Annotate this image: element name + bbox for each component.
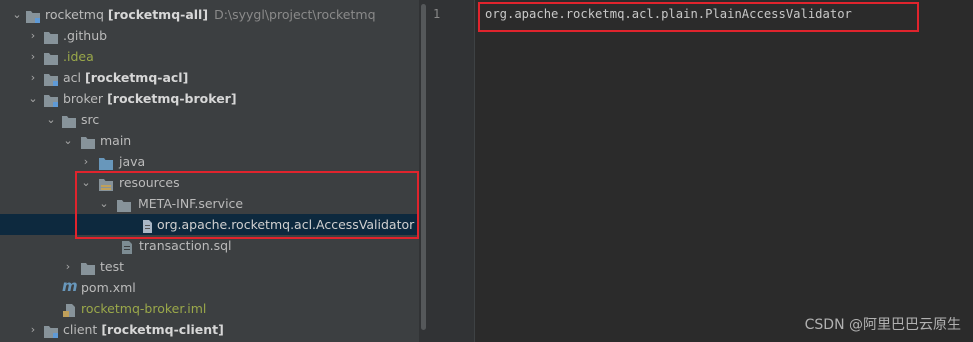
editor-panel[interactable]: 1 org.apache.rocketmq.acl.plain.PlainAcc… [427, 0, 973, 342]
tree-label-pom: pom.xml [81, 280, 136, 295]
tree-row-main[interactable]: ⌄ main [0, 130, 419, 151]
watermark-text: CSDN @阿里巴巴云原生 [804, 317, 961, 333]
module-folder-icon [44, 323, 58, 338]
project-tree-panel: ⌄ rocketmq [rocketmq-all] D:\syygl\projec… [0, 0, 427, 342]
chevron-right-icon[interactable]: › [27, 319, 39, 340]
tree-label-broker: broker [rocketmq-broker] [63, 91, 237, 106]
resource-folder-icon [99, 176, 113, 191]
tree-label-github: .github [63, 28, 108, 43]
chevron-right-icon[interactable]: › [27, 46, 39, 67]
tree-label-java: java [119, 154, 146, 169]
editor-gutter: 1 [427, 0, 474, 342]
tree-label-accessvalidator-file: org.apache.rocketmq.acl.AccessValidator [157, 217, 415, 232]
code-line-1[interactable]: org.apache.rocketmq.acl.plain.PlainAcces… [485, 7, 852, 21]
sql-file-icon [120, 239, 134, 254]
iml-file-icon [63, 302, 77, 317]
folder-icon [44, 29, 58, 44]
tree-label-idea: .idea [63, 49, 94, 64]
tree-row-src[interactable]: ⌄ src [0, 109, 419, 130]
tree-row-pom[interactable]: m pom.xml [0, 277, 419, 298]
tree-row-acl[interactable]: › acl [rocketmq-acl] [0, 67, 419, 88]
tree-row-iml[interactable]: rocketmq-broker.iml [0, 298, 419, 319]
tree-label-client: client [rocketmq-client] [63, 322, 224, 337]
tree-row-rocketmq[interactable]: ⌄ rocketmq [rocketmq-all] D:\syygl\projec… [0, 4, 419, 25]
chevron-right-icon[interactable]: › [62, 256, 74, 277]
tree-row-client[interactable]: › client [rocketmq-client] [0, 319, 419, 340]
text-file-icon [140, 218, 154, 233]
line-number: 1 [433, 7, 441, 21]
folder-icon [117, 197, 131, 212]
chevron-down-icon[interactable]: ⌄ [27, 88, 39, 109]
tree-row-java[interactable]: › java [0, 151, 419, 172]
tree-label-resources: resources [119, 175, 180, 190]
tree-row-meta-inf[interactable]: ⌄ META-INF.service [0, 193, 419, 214]
tree-label-iml: rocketmq-broker.iml [81, 301, 207, 316]
chevron-down-icon[interactable]: ⌄ [98, 193, 110, 214]
maven-icon: m [62, 277, 78, 295]
tree-label-main: main [100, 133, 132, 148]
tree-row-test[interactable]: › test [0, 256, 419, 277]
chevron-down-icon[interactable]: ⌄ [62, 130, 74, 151]
tree-row-github[interactable]: › .github [0, 25, 419, 46]
tree-scrollbar-thumb[interactable] [421, 4, 426, 330]
tree-row-broker[interactable]: ⌄ broker [rocketmq-broker] [0, 88, 419, 109]
module-folder-icon [44, 92, 58, 107]
tree-row-transaction-sql[interactable]: transaction.sql [0, 235, 419, 256]
tree-label-rocketmq: rocketmq [rocketmq-all] D:\syygl\project\… [45, 7, 376, 22]
tree-label-transaction-sql: transaction.sql [139, 238, 232, 253]
folder-icon [62, 113, 76, 128]
tree-row-accessvalidator-file[interactable]: org.apache.rocketmq.acl.AccessValidator [0, 214, 419, 235]
chevron-down-icon[interactable]: ⌄ [80, 172, 92, 193]
gutter-divider [474, 0, 475, 342]
source-folder-icon [99, 155, 113, 170]
tree-row-idea[interactable]: › .idea [0, 46, 419, 67]
chevron-down-icon[interactable]: ⌄ [11, 4, 23, 25]
folder-icon [81, 134, 95, 149]
folder-icon [81, 260, 95, 275]
chevron-down-icon[interactable]: ⌄ [45, 109, 57, 130]
tree-label-test: test [100, 259, 125, 274]
chevron-right-icon[interactable]: › [27, 25, 39, 46]
tree-label-src: src [81, 112, 100, 127]
module-folder-icon [26, 8, 40, 23]
tree-label-acl: acl [rocketmq-acl] [63, 70, 189, 85]
chevron-right-icon[interactable]: › [27, 67, 39, 88]
tree-row-resources[interactable]: ⌄ resources [0, 172, 419, 193]
chevron-right-icon[interactable]: › [80, 151, 92, 172]
tree-label-meta-inf: META-INF.service [138, 196, 244, 211]
module-folder-icon [44, 71, 58, 86]
folder-icon [44, 50, 58, 65]
